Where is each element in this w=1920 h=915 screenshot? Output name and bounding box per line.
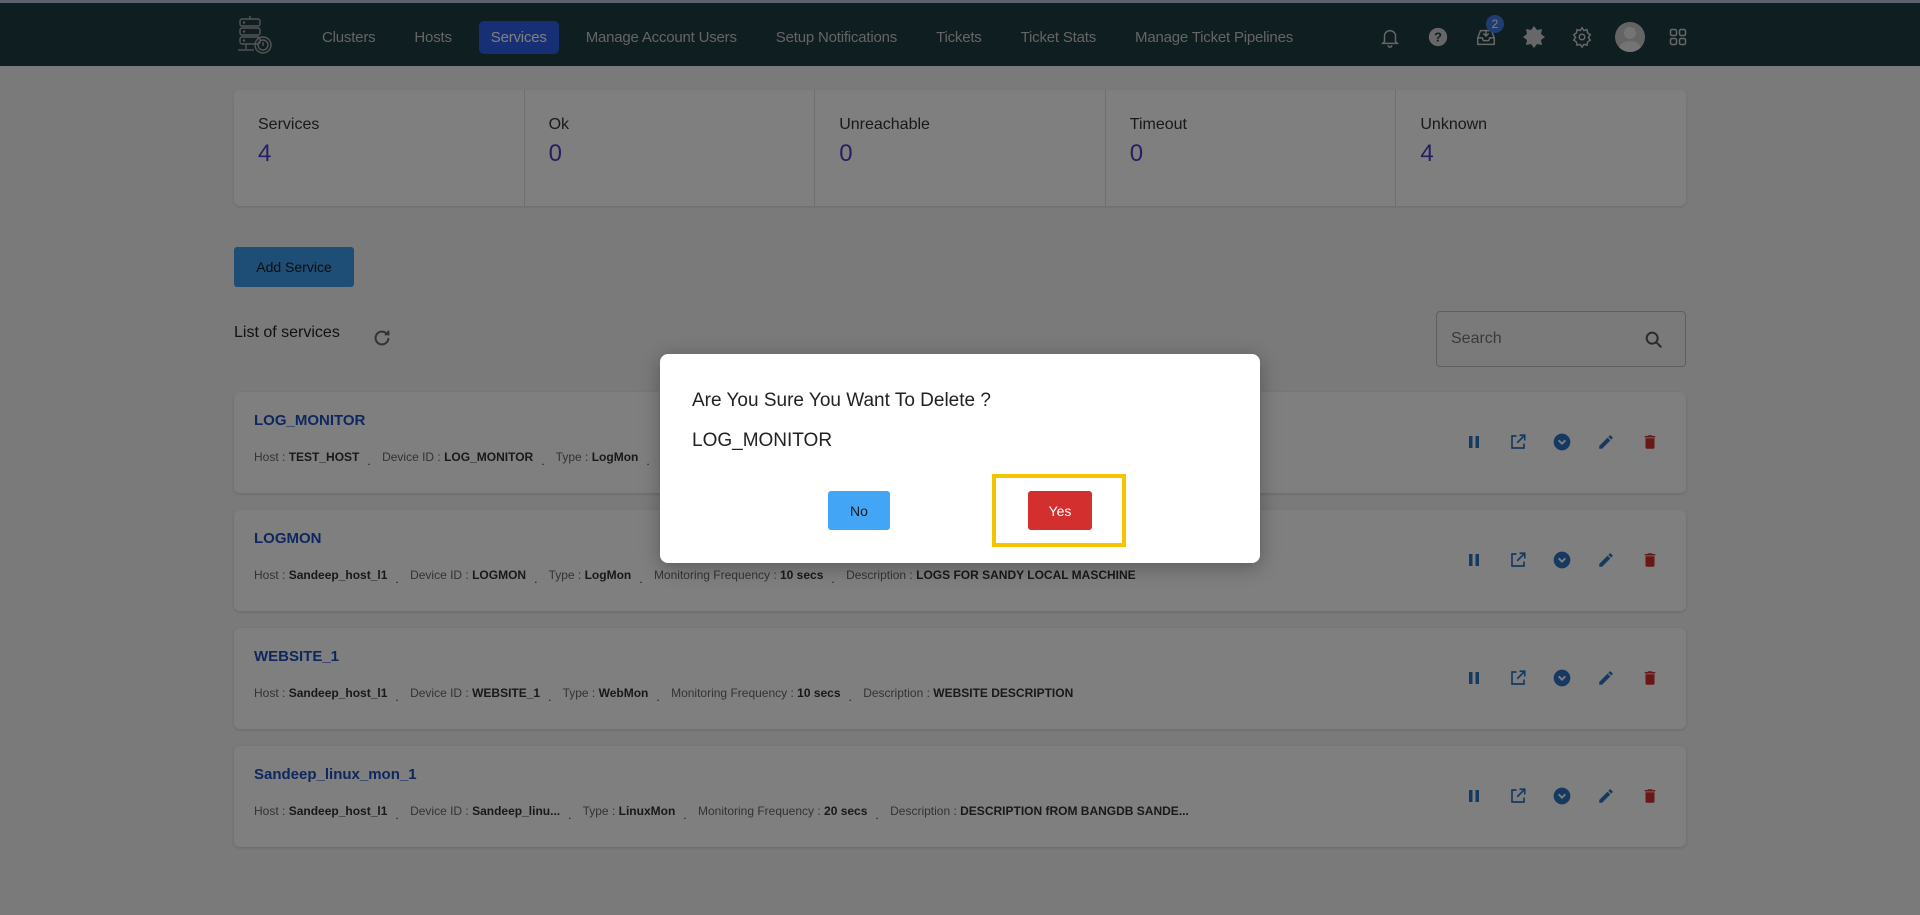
no-button[interactable]: No [828, 491, 890, 530]
dialog-item-name: LOG_MONITOR [692, 430, 833, 451]
delete-confirm-dialog: Are You Sure You Want To Delete ? LOG_MO… [660, 354, 1260, 563]
dialog-title: Are You Sure You Want To Delete ? [692, 390, 991, 411]
yes-delete-button[interactable]: Yes [1028, 491, 1092, 530]
